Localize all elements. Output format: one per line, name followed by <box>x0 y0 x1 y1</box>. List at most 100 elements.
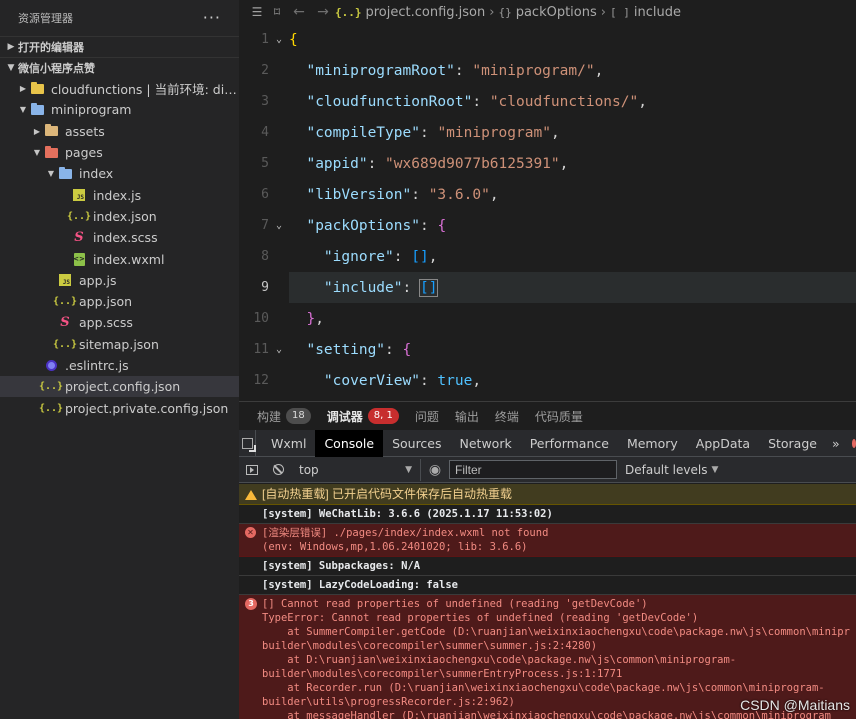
more-tabs-icon[interactable]: » <box>826 436 846 451</box>
code-line[interactable]: 10 }, <box>239 303 856 334</box>
js-file-icon: JS <box>72 188 86 202</box>
tree-item[interactable]: {..} sitemap.json <box>0 334 239 355</box>
error-indicator-icon[interactable] <box>851 438 856 448</box>
code-token: : <box>393 248 412 265</box>
code-token: , <box>594 62 604 79</box>
message-body: [system] WeChatLib: 3.6.6 (2025.1.17 11:… <box>262 507 553 521</box>
project-section[interactable]: ▼ 微信小程序点赞 <box>0 57 239 78</box>
code-line[interactable]: 3 "cloudfunctionRoot": "cloudfunctions/"… <box>239 86 856 117</box>
console-message-info[interactable]: [system] WeChatLib: 3.6.6 (2025.1.17 11:… <box>239 505 856 524</box>
devtools-tab-wxml[interactable]: Wxml <box>262 430 315 457</box>
devtools-tab-sources[interactable]: Sources <box>383 430 450 457</box>
tree-item[interactable]: Sapp.scss <box>0 312 239 333</box>
console-message-error[interactable]: ✕ [渲染层错误] ./pages/index/index.wxml not fo… <box>239 524 856 557</box>
breadcrumb-packoptions[interactable]: packOptions <box>516 5 597 20</box>
tree-item[interactable]: ▼ index <box>0 163 239 184</box>
panel-tab[interactable]: 调试器 8, 1 <box>327 402 399 430</box>
code-line[interactable]: 9 "include": [] <box>239 272 856 303</box>
outline-list-icon[interactable]: ☰ <box>247 5 267 19</box>
message-line: at SummerCompiler.getCode (D:\ruanjian\w… <box>262 626 850 638</box>
code-token: , <box>428 248 438 265</box>
console-message-info[interactable]: [system] Subpackages: N/A <box>239 557 856 576</box>
code-line[interactable]: 5 "appid": "wx689d9077b6125391", <box>239 148 856 179</box>
tree-item[interactable]: ▼ miniprogram <box>0 99 239 120</box>
console-message-warn[interactable]: [自动热重载] 已开启代码文件保存后自动热重载 <box>239 484 856 505</box>
line-number: 2 <box>261 63 269 78</box>
console-sidebar-toggle-icon[interactable] <box>239 457 265 483</box>
filter-input[interactable] <box>449 460 617 479</box>
code-token: : <box>419 217 438 234</box>
breadcrumb-include[interactable]: include <box>634 5 681 20</box>
fold-chevron-icon[interactable]: ⌄ <box>269 34 289 45</box>
tree-item-label: index.json <box>93 208 157 224</box>
code-line[interactable]: 2 "miniprogramRoot": "miniprogram/", <box>239 55 856 86</box>
devtools-tab-performance[interactable]: Performance <box>521 430 618 457</box>
back-arrow-icon[interactable]: ← <box>287 4 311 20</box>
console-message-info[interactable]: [system] LazyCodeLoading: false <box>239 576 856 595</box>
code-line[interactable]: 4 "compileType": "miniprogram", <box>239 117 856 148</box>
code-token: : <box>367 155 386 172</box>
tree-item[interactable]: {..} project.config.json <box>0 376 239 398</box>
tree-item[interactable]: Sindex.scss <box>0 227 239 248</box>
devtools-tab-storage[interactable]: Storage <box>759 430 826 457</box>
tree-item[interactable]: .eslintrc.js <box>0 355 239 376</box>
chevron-down-icon: ▼ <box>47 169 55 179</box>
file-tree: ▶ cloudfunctions | 当前环境: dian... ▼ miniprog… <box>0 78 239 419</box>
tree-item[interactable]: <> index.wxml <box>0 248 239 269</box>
folder-open-icon <box>58 166 72 181</box>
panel-tab[interactable]: 输出 <box>455 402 479 430</box>
code-line[interactable]: 6 "libVersion": "3.6.0", <box>239 179 856 210</box>
error-count: 3 <box>245 598 257 610</box>
tree-item[interactable]: {..} app.json <box>0 291 239 312</box>
tree-item[interactable]: {..} project.private.config.json <box>0 397 239 418</box>
panel-tab[interactable]: 构建 18 <box>257 402 311 430</box>
console-messages: [自动热重载] 已开启代码文件保存后自动热重载 [system] WeChatLi… <box>239 484 856 719</box>
devtools-tab-network[interactable]: Network <box>451 430 521 457</box>
code-token: { <box>437 217 447 234</box>
forward-arrow-icon[interactable]: → <box>311 4 335 20</box>
code-line[interactable]: 7 ⌄ "packOptions": { <box>239 210 856 241</box>
code-token: : <box>419 124 438 141</box>
code-line[interactable]: 11 ⌄ "setting": { <box>239 334 856 365</box>
tree-item[interactable]: JS index.js <box>0 184 239 205</box>
log-levels-dropdown[interactable]: Default levels ▼ <box>625 463 718 477</box>
panel-tab[interactable]: 问题 <box>415 402 439 430</box>
message-body: [渲染层错误] ./pages/index/index.wxml not fou… <box>262 526 548 554</box>
panel-tab[interactable]: 终端 <box>495 402 519 430</box>
explorer-title: 资源管理器 <box>18 12 73 25</box>
pages-folder-icon <box>44 145 58 160</box>
tree-item[interactable]: {..} index.json <box>0 206 239 227</box>
open-editors-section[interactable]: ▶ 打开的编辑器 <box>0 36 239 57</box>
code-line[interactable]: 12 "coverView": true, <box>239 365 856 396</box>
devtools-tab-appdata[interactable]: AppData <box>687 430 759 457</box>
breadcrumb-file[interactable]: project.config.json <box>366 5 486 20</box>
bookmark-icon[interactable]: ⌑ <box>267 5 287 19</box>
fold-chevron-icon[interactable]: ⌄ <box>269 344 289 355</box>
code-line[interactable]: 8 "ignore": [], <box>239 241 856 272</box>
line-number: 11 <box>253 342 269 357</box>
code-area[interactable]: 1 ⌄{2 "miniprogramRoot": "miniprogram/", 3… <box>239 24 856 400</box>
tree-item[interactable]: ▶ cloudfunctions | 当前环境: dian... <box>0 78 239 99</box>
code-line[interactable]: 1 ⌄{ <box>239 24 856 55</box>
clear-console-icon[interactable] <box>265 457 291 483</box>
tree-item[interactable]: ▶ assets <box>0 121 239 142</box>
message-line: TypeError: Cannot read properties of und… <box>262 612 699 624</box>
tree-item[interactable]: ▼ pages <box>0 142 239 163</box>
scss-file-icon: S <box>74 230 84 246</box>
panel-tab[interactable]: 代码质量 <box>535 402 583 430</box>
devtools-tab-memory[interactable]: Memory <box>618 430 687 457</box>
tree-item[interactable]: JS app.js <box>0 270 239 291</box>
code-token: "3.6.0" <box>428 186 490 203</box>
line-number: 6 <box>261 187 269 202</box>
inspect-element-icon[interactable] <box>239 429 257 457</box>
devtools-tab-console[interactable]: Console <box>315 429 384 457</box>
context-selector[interactable]: top ▼ <box>291 458 421 481</box>
eye-icon[interactable]: ◉ <box>421 462 449 478</box>
code-token: "miniprogramRoot" <box>306 62 455 79</box>
fold-chevron-icon[interactable]: ⌄ <box>269 220 289 231</box>
code-token: { <box>402 341 412 358</box>
more-actions-icon[interactable]: ··· <box>203 10 221 26</box>
